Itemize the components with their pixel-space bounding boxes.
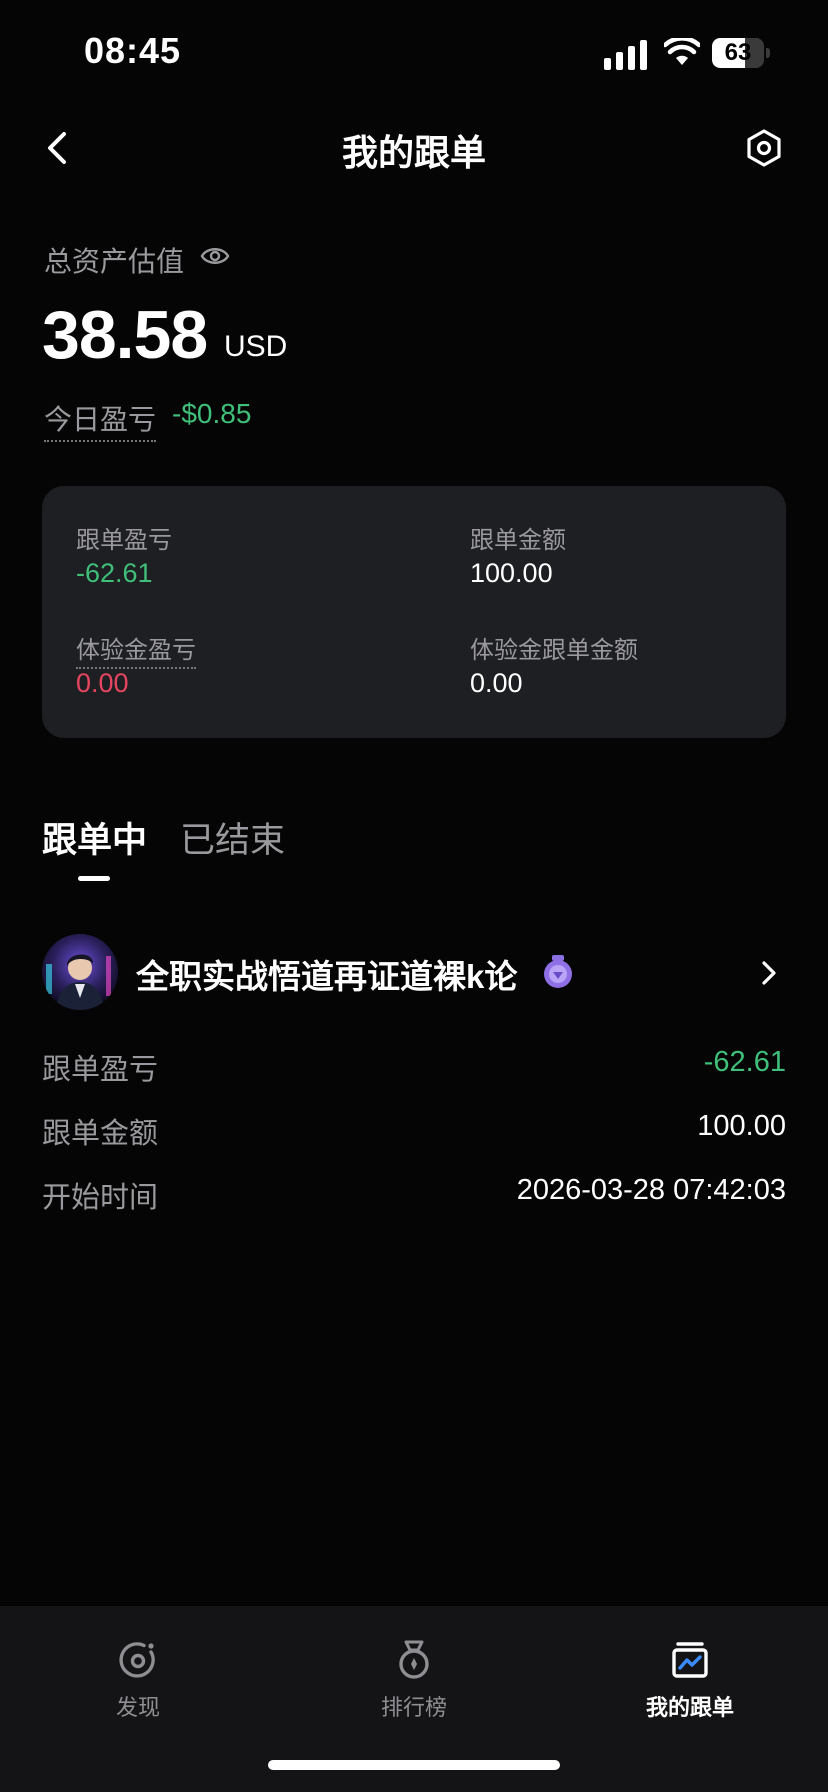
start-time-value: 2026-03-28 07:42:03	[516, 1174, 786, 1206]
total-assets-label: 总资产估值	[44, 246, 185, 277]
settings-icon[interactable]	[744, 128, 784, 168]
battery-percent: 63	[724, 39, 752, 66]
discover-icon[interactable]	[118, 1640, 158, 1680]
trial-pnl-value: 0.00	[76, 668, 129, 698]
tab-my-copy[interactable]: 我的跟单	[610, 1690, 770, 1722]
today-pnl-value: -$0.85	[172, 398, 252, 429]
copy-summary-card: 跟单盈亏 -62.61 跟单金额 100.00 体验金盈亏 0.00 体验金跟单…	[42, 486, 786, 738]
today-pnl-label[interactable]: 今日盈亏	[44, 398, 157, 442]
tab-ended[interactable]: 已结束	[180, 812, 285, 863]
cellular-signal-icon	[604, 40, 647, 70]
trial-pnl-label[interactable]: 体验金盈亏	[76, 630, 196, 669]
my-copy-icon[interactable]	[670, 1640, 710, 1680]
status-time: 08:45	[84, 30, 182, 71]
tab-indicator	[78, 876, 110, 881]
tab-leaderboard[interactable]: 排行榜	[334, 1690, 494, 1722]
copy-pnl-value: -62.61	[76, 558, 153, 588]
wifi-icon	[664, 38, 700, 65]
trial-amount-value: 0.00	[470, 668, 523, 698]
total-assets-unit: USD	[224, 330, 288, 363]
position-pnl-value: -62.61	[703, 1046, 786, 1078]
chevron-right-icon[interactable]	[758, 958, 780, 988]
home-indicator	[268, 1760, 560, 1770]
copy-pnl-label: 跟单盈亏	[76, 527, 172, 554]
trial-amount-label: 体验金跟单金额	[470, 637, 638, 664]
position-pnl-label: 跟单盈亏	[42, 1054, 159, 1086]
trader-level-badge-icon	[544, 955, 572, 988]
start-time-label: 开始时间	[42, 1182, 159, 1214]
leaderboard-icon[interactable]	[394, 1640, 434, 1680]
page-title: 我的跟单	[341, 132, 486, 173]
position-amount-label: 跟单金额	[42, 1118, 159, 1150]
copy-amount-label: 跟单金额	[470, 527, 566, 554]
tab-active-copy[interactable]: 跟单中	[42, 812, 147, 863]
total-assets-value: 38.58	[42, 297, 208, 373]
copy-amount-value: 100.00	[470, 558, 553, 588]
position-amount-value: 100.00	[697, 1110, 786, 1142]
eye-icon[interactable]	[200, 244, 230, 268]
battery-indicator: 63	[712, 38, 770, 70]
tab-discover[interactable]: 发现	[58, 1690, 218, 1722]
trader-avatar[interactable]	[42, 934, 118, 1010]
trader-name[interactable]: 全职实战悟道再证道裸k论	[136, 950, 517, 998]
